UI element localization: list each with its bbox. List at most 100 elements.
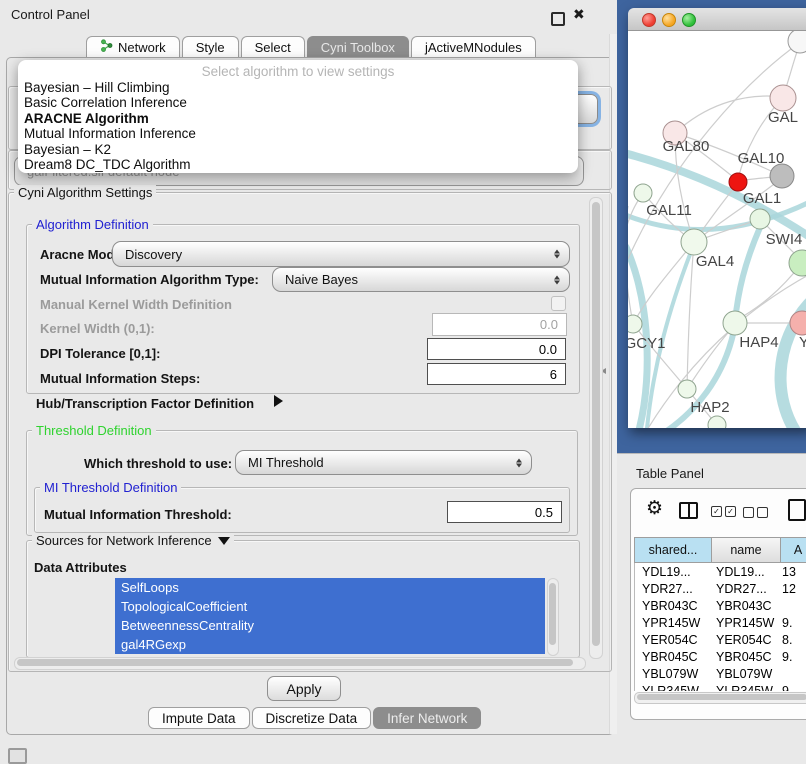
network-node[interactable] [681,229,707,255]
table-row[interactable]: YDR27...YDR27...12 [635,580,806,597]
tab-select[interactable]: Select [241,36,305,57]
table-cell: YLR345W [635,684,711,692]
collapse-down-arrow-icon[interactable] [218,537,230,545]
column-header-shared[interactable]: shared... [634,537,712,563]
column-header-name[interactable]: name [711,537,781,563]
table-cell: YER054C [711,633,779,647]
table-cell: YBL079W [635,667,711,681]
aracne-mode-combo[interactable]: Discovery [112,241,570,267]
zoom-traffic-light-icon[interactable] [682,13,696,27]
table-row[interactable]: YDL19...YDL19...13 [635,563,806,580]
tab-network[interactable]: Network [86,36,180,57]
algorithm-option-aracne-algorithm[interactable]: ARACNE Algorithm [18,111,578,126]
minimize-traffic-light-icon[interactable] [662,13,676,27]
table-row[interactable]: YER054CYER054C8. [635,631,806,648]
network-view-window[interactable]: GALGAL80GAL10GAL1GAL11SWI4GAL4GCY1HAP4YH… [628,8,806,428]
table-cell: 8. [779,633,806,647]
settings-horizontal-scrollbar[interactable] [14,657,586,670]
tab-label: Network [118,40,166,55]
tab-cyni-toolbox[interactable]: Cyni Toolbox [307,36,409,57]
manual-kernel-checkbox[interactable] [551,296,566,311]
mi-type-combo[interactable]: Naive Bayes [272,267,570,292]
attribute-item-selfloops[interactable]: SelfLoops [115,578,545,597]
mi-steps-field[interactable]: 6 [427,363,566,385]
table-header-row[interactable]: shared...nameA [634,537,806,563]
table-subpanel: ⚙ ✓✓ shared...nameA YDL19...YDL19...13YD… [630,488,806,720]
attribute-item-topologicalcoefficient[interactable]: TopologicalCoefficient [115,597,545,616]
table-cell: YER054C [635,633,711,647]
columns-icon[interactable] [679,502,698,519]
which-threshold-combo[interactable]: MI Threshold [235,450,532,475]
mi-threshold-field[interactable]: 0.5 [447,501,562,523]
table-row[interactable]: YLR345WYLR345W9. [635,682,806,691]
network-icon [100,39,113,55]
close-traffic-light-icon[interactable] [642,13,656,27]
gear-icon[interactable]: ⚙ [646,497,663,520]
network-node-label: GAL80 [663,138,710,155]
algorithm-option-basic-correlation-inference[interactable]: Basic Correlation Inference [18,95,578,110]
table-cell: YLR345W [711,684,779,692]
network-node[interactable] [770,164,794,188]
bottom-tab-discretize-data[interactable]: Discretize Data [252,707,372,729]
which-threshold-value: MI Threshold [248,455,324,470]
application-root: Control Panel ✖ NetworkStyleSelectCyni T… [0,0,806,762]
network-node-label: GAL1 [743,190,781,207]
data-attributes-list[interactable]: SelfLoopsTopologicalCoefficientBetweenne… [115,578,545,654]
algorithm-option-bayesian-hill-climbing[interactable]: Bayesian – Hill Climbing [18,80,578,95]
manual-kernel-label: Manual Kernel Width Definition [40,297,232,312]
stepper-icon [554,250,560,259]
algorithm-option-dream8-dc-tdc-algorithm[interactable]: Dream8 DC_TDC Algorithm [18,157,578,172]
table-horizontal-scrollbar[interactable] [634,692,806,704]
attributes-scrollbar[interactable] [547,578,559,656]
float-window-icon[interactable] [551,12,565,26]
tab-label: Select [255,40,291,55]
document-icon[interactable] [788,499,806,521]
network-node-label: HAP2 [690,399,729,416]
algorithm-option-bayesian-k2[interactable]: Bayesian – K2 [18,142,578,157]
table-cell: 12 [779,582,806,596]
network-window-titlebar[interactable] [628,8,806,31]
network-node[interactable] [770,85,796,111]
network-node[interactable] [750,209,770,229]
algorithm-option-mutual-information-inference[interactable]: Mutual Information Inference [18,126,578,141]
attribute-item-gal4rgexp[interactable]: gal4RGexp [115,635,545,654]
network-node-label: GAL4 [696,253,734,270]
table-row[interactable]: YPR145WYPR145W9. [635,614,806,631]
control-panel-tabbar: Network Style Select Cyni Toolbox jActiveMNo… [86,36,538,58]
expand-right-arrow-icon[interactable] [274,395,283,407]
table-row[interactable]: YBL079WYBL079W [635,665,806,682]
column-header-a[interactable]: A [780,537,806,563]
table-row[interactable]: YBR045CYBR045C9. [635,648,806,665]
mi-threshold-label: Mutual Information Threshold: [44,507,232,522]
close-icon[interactable]: ✖ [573,6,585,23]
dpi-tolerance-field[interactable]: 0.0 [427,338,566,360]
bottom-tab-infer-network[interactable]: Infer Network [373,707,481,729]
tab-label: Cyni Toolbox [321,40,395,55]
network-node[interactable] [729,173,747,191]
table-row[interactable]: YBR043CYBR043C [635,597,806,614]
table-rows[interactable]: YDL19...YDL19...13YDR27...YDR27...12YBR0… [634,563,806,691]
bottom-tab-impute-data[interactable]: Impute Data [148,707,250,729]
network-node[interactable] [723,311,747,335]
tab-jactivemnodules[interactable]: jActiveMNodules [411,36,536,57]
tab-style[interactable]: Style [182,36,239,57]
settings-vertical-scrollbar[interactable] [589,197,603,659]
network-canvas[interactable]: GALGAL80GAL10GAL1GAL11SWI4GAL4GCY1HAP4YH… [628,31,806,428]
data-attributes-label: Data Attributes [34,560,127,575]
select-all-checkboxes-icon[interactable]: ✓✓ [711,506,736,517]
bottom-tabbar: Impute DataDiscretize DataInfer Network [148,707,483,729]
kernel-width-field[interactable]: 0.0 [432,313,567,336]
network-edge[interactable] [675,96,783,133]
sources-title[interactable]: Sources for Network Inference [32,533,234,548]
clear-checkboxes-icon[interactable] [743,507,768,518]
network-node[interactable] [789,250,806,276]
aracne-mode-value: Discovery [125,247,182,262]
network-node[interactable] [678,380,696,398]
apply-button[interactable]: Apply [267,676,341,701]
network-node[interactable] [634,184,652,202]
hub-definition-label[interactable]: Hub/Transcription Factor Definition [36,396,254,411]
network-node[interactable] [628,315,642,333]
table-cell: 13 [779,565,806,579]
table-cell: YDR27... [711,582,779,596]
attribute-item-betweennesscentrality[interactable]: BetweennessCentrality [115,616,545,635]
